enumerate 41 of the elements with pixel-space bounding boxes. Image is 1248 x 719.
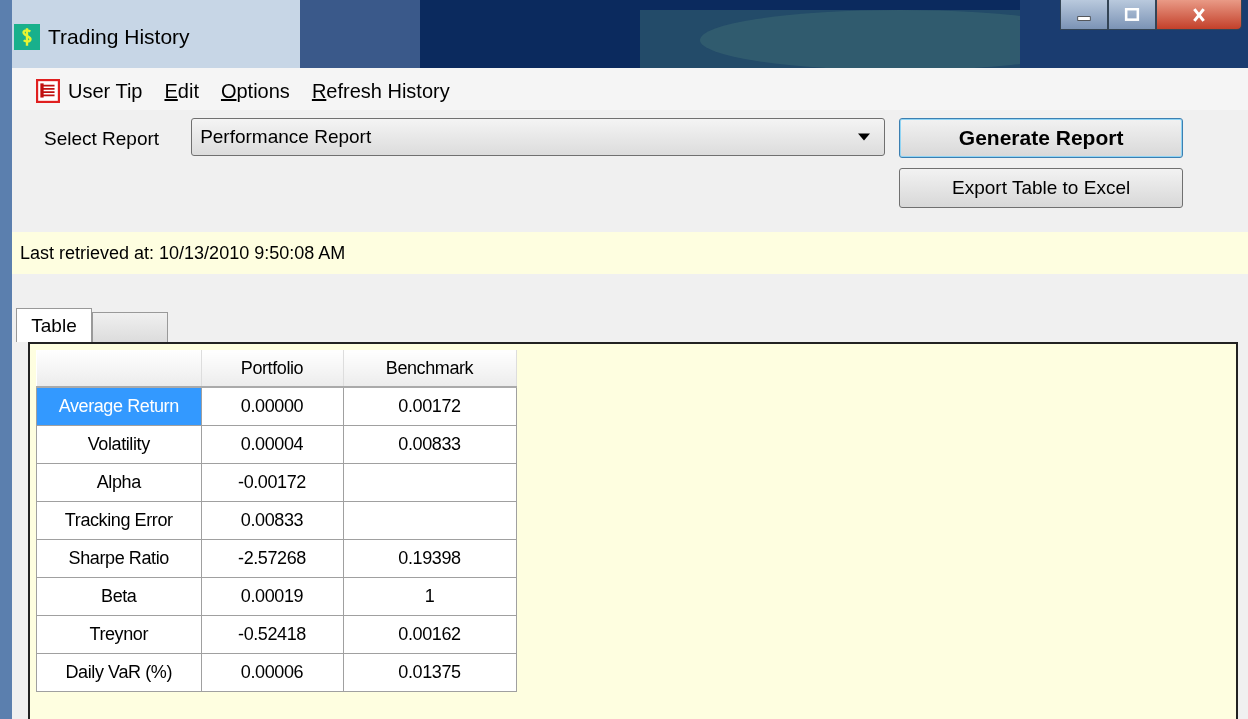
caret-icon <box>858 133 871 141</box>
menu-item[interactable]: Edit <box>164 76 199 106</box>
table-cell: -0.00172 <box>201 463 343 502</box>
row-header[interactable]: Alpha <box>36 463 201 502</box>
maximize-button[interactable] <box>1108 0 1156 30</box>
menu-item[interactable]: Options <box>220 76 290 106</box>
minimize-icon <box>1077 16 1091 21</box>
table-cell: 0.00162 <box>343 615 516 654</box>
table-cell: 0.00833 <box>201 501 343 540</box>
row-header[interactable]: Tracking Error <box>36 501 201 540</box>
report-dropdown[interactable]: Performance Report <box>191 118 886 156</box>
table-cell: 0.01375 <box>343 653 516 692</box>
table-cell: 0.00019 <box>201 577 343 616</box>
menu-item[interactable]: Refresh History <box>311 76 450 106</box>
list-icon <box>36 79 60 103</box>
minimize-button[interactable] <box>1060 0 1108 30</box>
status-text: Last retrieved at: 10/13/2010 9:50:08 AM <box>20 242 346 264</box>
table-cell: 0.00000 <box>201 387 343 426</box>
table-cell: 0.19398 <box>343 539 516 578</box>
tab[interactable]: Table <box>16 308 92 342</box>
export-button[interactable]: Export Table to Excel <box>899 168 1184 208</box>
row-header[interactable]: Volatility <box>36 425 201 464</box>
dollar-icon <box>14 24 40 50</box>
select-report-label: Select Report <box>44 128 160 150</box>
table-cell: -2.57268 <box>201 539 343 578</box>
row-header[interactable]: Treynor <box>36 615 201 654</box>
row-header[interactable]: Daily VaR (%) <box>36 653 201 692</box>
row-header[interactable]: Beta <box>36 577 201 616</box>
menu-item[interactable]: User Tip <box>36 76 143 106</box>
table-cell: 0.00172 <box>343 387 516 426</box>
table-cell: 0.00833 <box>343 425 516 464</box>
column-header: Benchmark <box>343 350 516 387</box>
window-title: Trading History <box>48 25 190 49</box>
table-cell: 1 <box>343 577 516 616</box>
close-button[interactable] <box>1156 0 1242 30</box>
table-cell: -0.52418 <box>201 615 343 654</box>
table-cell: 0.00004 <box>201 425 343 464</box>
table-cell: 0.00006 <box>201 653 343 692</box>
generate-report-button[interactable]: Generate Report <box>899 118 1184 158</box>
row-header[interactable]: Sharpe Ratio <box>36 539 201 578</box>
column-header: Portfolio <box>201 350 343 387</box>
